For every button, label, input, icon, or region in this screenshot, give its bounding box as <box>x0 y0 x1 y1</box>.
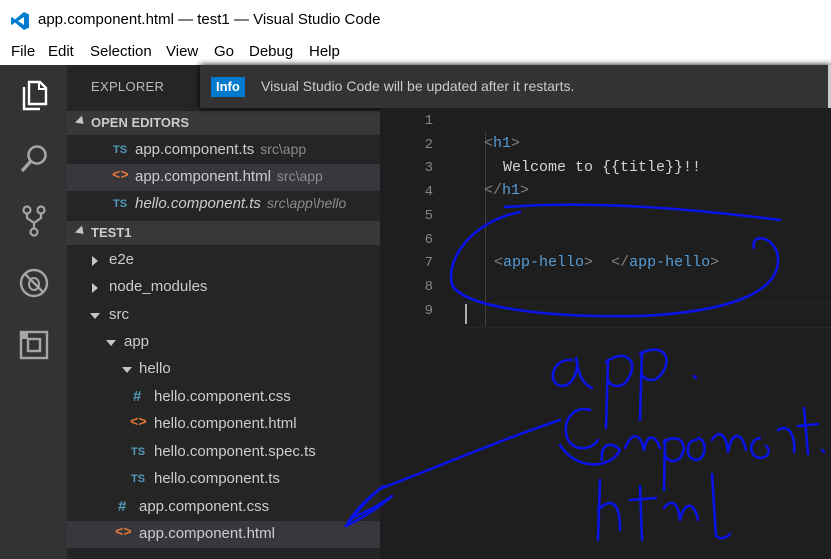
code-line-7: <app-hello> </app-hello> <box>494 254 720 271</box>
tree-item-file[interactable]: # app.component.css <box>67 494 380 521</box>
debug-icon[interactable] <box>16 265 52 301</box>
chevron-right-icon <box>92 283 98 293</box>
project-header[interactable]: TEST1 <box>67 221 380 245</box>
html-file-icon: <> <box>115 525 132 541</box>
open-editors-label: OPEN EDITORS <box>91 115 190 130</box>
info-badge: Info <box>211 77 245 97</box>
search-icon[interactable] <box>16 141 52 177</box>
open-editors-header[interactable]: OPEN EDITORS <box>67 111 380 135</box>
folder-name: e2e <box>109 251 135 268</box>
menu-help[interactable]: Help <box>309 43 340 60</box>
code-line-4: </h1> <box>484 182 530 199</box>
chevron-down-icon <box>106 340 116 346</box>
html-file-icon: <> <box>130 415 147 431</box>
source-control-icon[interactable] <box>16 203 52 239</box>
menu-edit[interactable]: Edit <box>48 43 74 60</box>
current-line-highlight <box>465 302 831 328</box>
tree-item-folder[interactable]: app <box>67 329 380 356</box>
file-name: hello.component.ts <box>135 195 261 212</box>
window-title: app.component.html — test1 — Visual Stud… <box>38 11 381 28</box>
open-editor-item[interactable]: TS app.component.ts src\app <box>67 137 380 164</box>
tree-item-file[interactable]: TS hello.component.spec.ts <box>67 439 380 466</box>
activity-bar <box>0 65 67 559</box>
file-path: src\app\hello <box>266 195 347 211</box>
css-file-icon: # <box>133 388 142 405</box>
project-label: TEST1 <box>91 225 132 240</box>
chevron-down-icon <box>90 313 100 319</box>
code-line-3: Welcome to {{title}}!! <box>503 159 702 176</box>
extensions-icon[interactable] <box>16 327 52 363</box>
line-number: 6 <box>424 232 433 248</box>
html-file-icon: <> <box>112 168 129 184</box>
tree-item-file[interactable]: # hello.component.css <box>67 384 380 411</box>
vscode-logo-icon <box>11 12 29 30</box>
file-name: hello.component.ts <box>154 470 280 487</box>
menu-debug[interactable]: Debug <box>249 43 293 60</box>
open-editor-item[interactable]: TS hello.component.ts src\app\hello <box>67 191 380 218</box>
file-name: app.component.html <box>135 168 271 185</box>
menu-go[interactable]: Go <box>214 43 234 60</box>
file-name: app.component.html <box>139 525 275 542</box>
file-name: hello.component.html <box>154 415 297 432</box>
update-notification[interactable]: Info Visual Studio Code will be updated … <box>200 65 831 108</box>
typescript-file-icon: TS <box>131 446 146 458</box>
line-number: 3 <box>424 160 433 176</box>
file-path: src\app <box>260 141 307 157</box>
line-number: 2 <box>424 137 433 153</box>
typescript-file-icon: TS <box>131 473 146 485</box>
code-line-2: <h1> <box>484 135 521 152</box>
typescript-file-icon: TS <box>113 144 128 156</box>
tree-item-file[interactable]: <> app.component.html <box>67 521 380 548</box>
menu-selection[interactable]: Selection <box>90 43 152 60</box>
tree-item-folder[interactable]: src <box>67 302 380 329</box>
indent-guide <box>485 132 486 326</box>
tree-item-file[interactable]: <> hello.component.html <box>67 411 380 438</box>
menu-bar: File Edit Selection View Go Debug Help <box>0 40 831 65</box>
file-path: src\app <box>276 168 323 184</box>
line-number: 4 <box>424 184 433 200</box>
chevron-down-icon <box>122 367 132 373</box>
chevron-down-icon <box>74 225 88 238</box>
chevron-down-icon <box>74 115 88 128</box>
title-bar: app.component.html — test1 — Visual Stud… <box>0 0 831 40</box>
file-name: hello.component.spec.ts <box>154 443 316 460</box>
folder-name: src <box>109 306 129 323</box>
notification-message: Visual Studio Code will be updated after… <box>261 78 575 94</box>
file-name: app.component.css <box>139 498 270 515</box>
css-file-icon: # <box>118 498 127 515</box>
line-number: 9 <box>424 303 433 319</box>
typescript-file-icon: TS <box>113 198 128 210</box>
file-name: app.component.ts <box>135 141 255 158</box>
tree-item-folder[interactable]: hello <box>67 356 380 383</box>
code-editor[interactable]: 1 2 3 4 5 6 7 8 9 <h1> Welcome to {{titl… <box>380 108 831 559</box>
tree-item-folder[interactable]: e2e <box>67 247 380 274</box>
line-number: 5 <box>424 208 433 224</box>
line-number: 1 <box>424 113 433 129</box>
folder-name: node_modules <box>109 278 208 295</box>
menu-view[interactable]: View <box>166 43 198 60</box>
line-number: 8 <box>424 279 433 295</box>
chevron-right-icon <box>92 256 98 266</box>
menu-file[interactable]: File <box>11 43 35 60</box>
explorer-title: EXPLORER <box>91 79 165 94</box>
files-icon[interactable] <box>16 77 52 113</box>
file-name: hello.component.css <box>154 388 291 405</box>
tree-item-folder[interactable]: node_modules <box>67 274 380 301</box>
line-number: 7 <box>424 255 433 271</box>
text-cursor <box>465 304 467 324</box>
open-editor-item[interactable]: <> app.component.html src\app <box>67 164 380 191</box>
folder-name: app <box>124 333 150 350</box>
tree-item-file[interactable]: TS hello.component.ts <box>67 466 380 493</box>
folder-name: hello <box>139 360 171 377</box>
explorer-sidebar: EXPLORER OPEN EDITORS TS app.component.t… <box>67 65 380 559</box>
